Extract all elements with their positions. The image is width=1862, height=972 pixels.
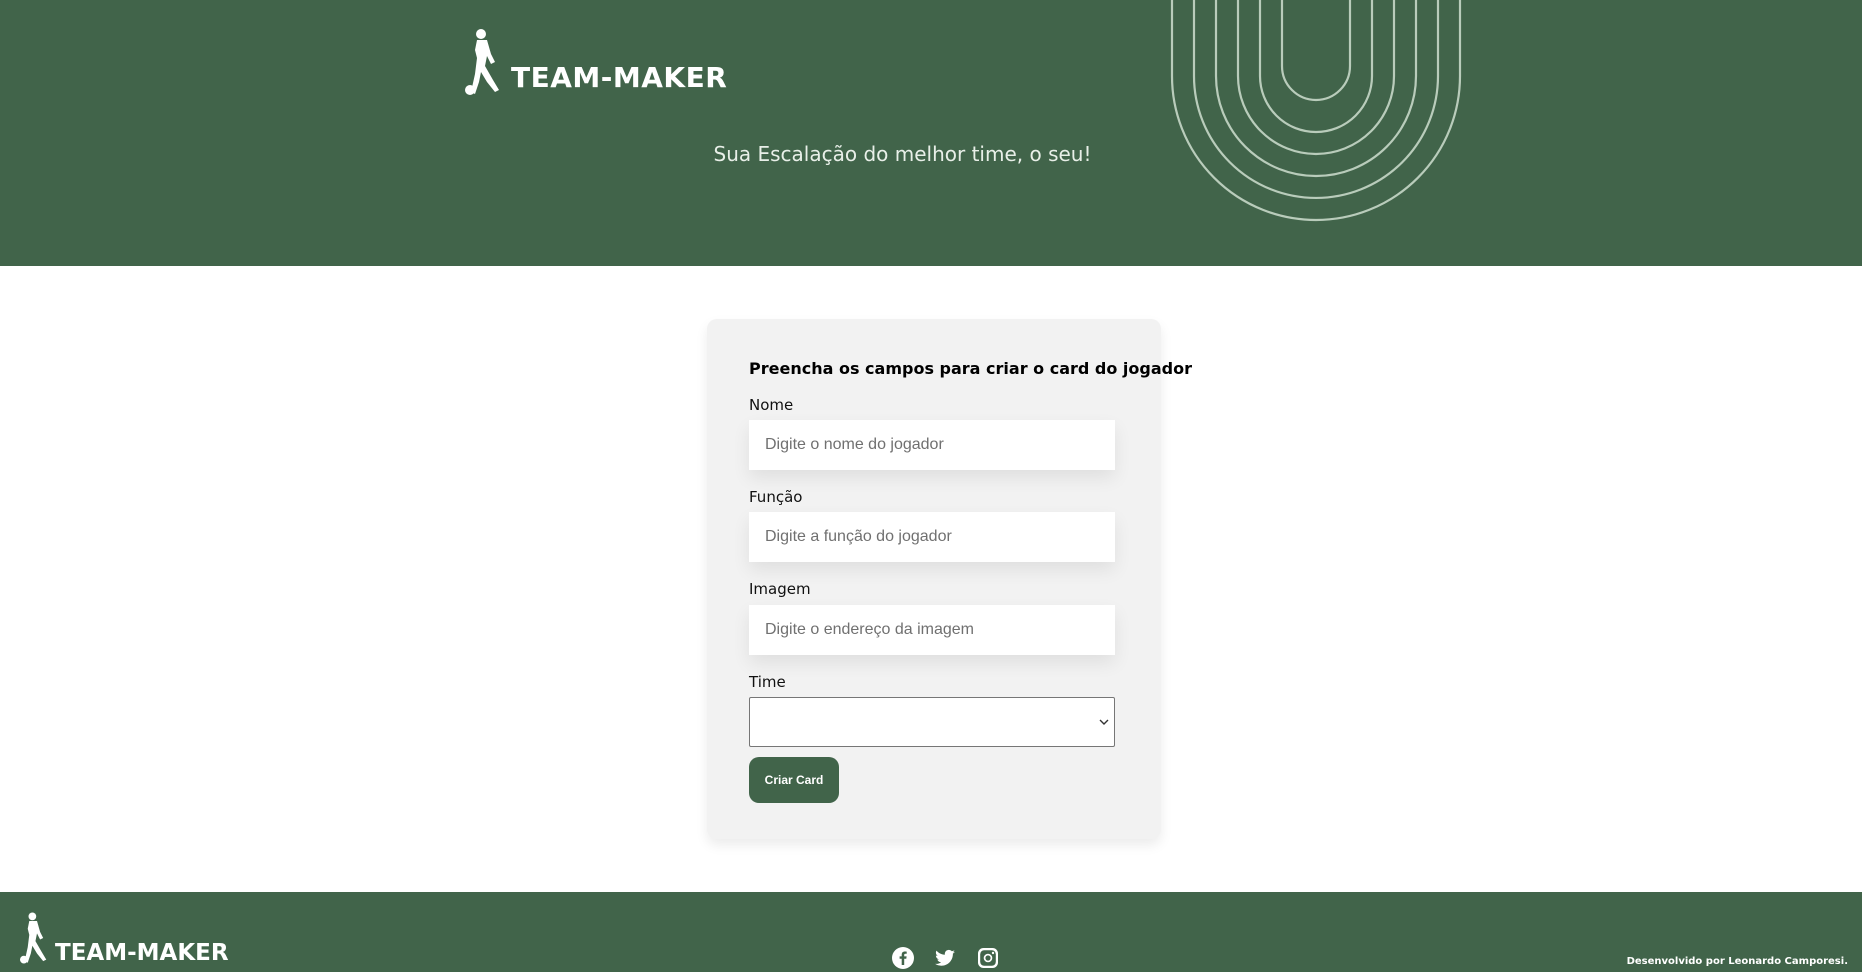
image-url-input[interactable] <box>749 605 1115 655</box>
role-label: Função <box>749 488 803 506</box>
hero-subtitle: Sua Escalação do melhor time, o seu! <box>713 142 1092 166</box>
team-label: Time <box>749 673 786 691</box>
player-card-form: Preencha os campos para criar o card do … <box>707 319 1192 839</box>
soccer-player-icon <box>20 912 47 964</box>
decorative-arches <box>1170 0 1462 222</box>
form-title: Preencha os campos para criar o card do … <box>749 359 1192 378</box>
soccer-player-icon <box>465 29 499 95</box>
name-input[interactable] <box>749 420 1115 470</box>
hero-banner: TEAM-MAKER Sua Escalação do melhor time,… <box>0 0 1862 266</box>
footer-credit: Desenvolvido por Leonardo Camporesi. <box>1626 956 1848 967</box>
footer-logo[interactable]: TEAM-MAKER <box>20 910 229 966</box>
name-label: Nome <box>749 396 794 414</box>
create-card-button[interactable]: Criar Card <box>749 757 839 803</box>
team-select[interactable] <box>749 697 1115 747</box>
footer: TEAM-MAKER Desenvolvido por Leonardo Cam… <box>0 892 1862 972</box>
header-logo[interactable]: TEAM-MAKER <box>465 28 727 96</box>
image-label: Imagem <box>749 580 811 598</box>
role-input[interactable] <box>749 512 1115 562</box>
logo-text: TEAM-MAKER <box>511 61 728 94</box>
facebook-icon[interactable] <box>891 946 915 970</box>
footer-logo-text: TEAM-MAKER <box>55 940 229 966</box>
chevron-down-icon <box>1099 719 1109 725</box>
instagram-icon[interactable] <box>976 946 1000 970</box>
twitter-icon[interactable] <box>933 946 957 970</box>
